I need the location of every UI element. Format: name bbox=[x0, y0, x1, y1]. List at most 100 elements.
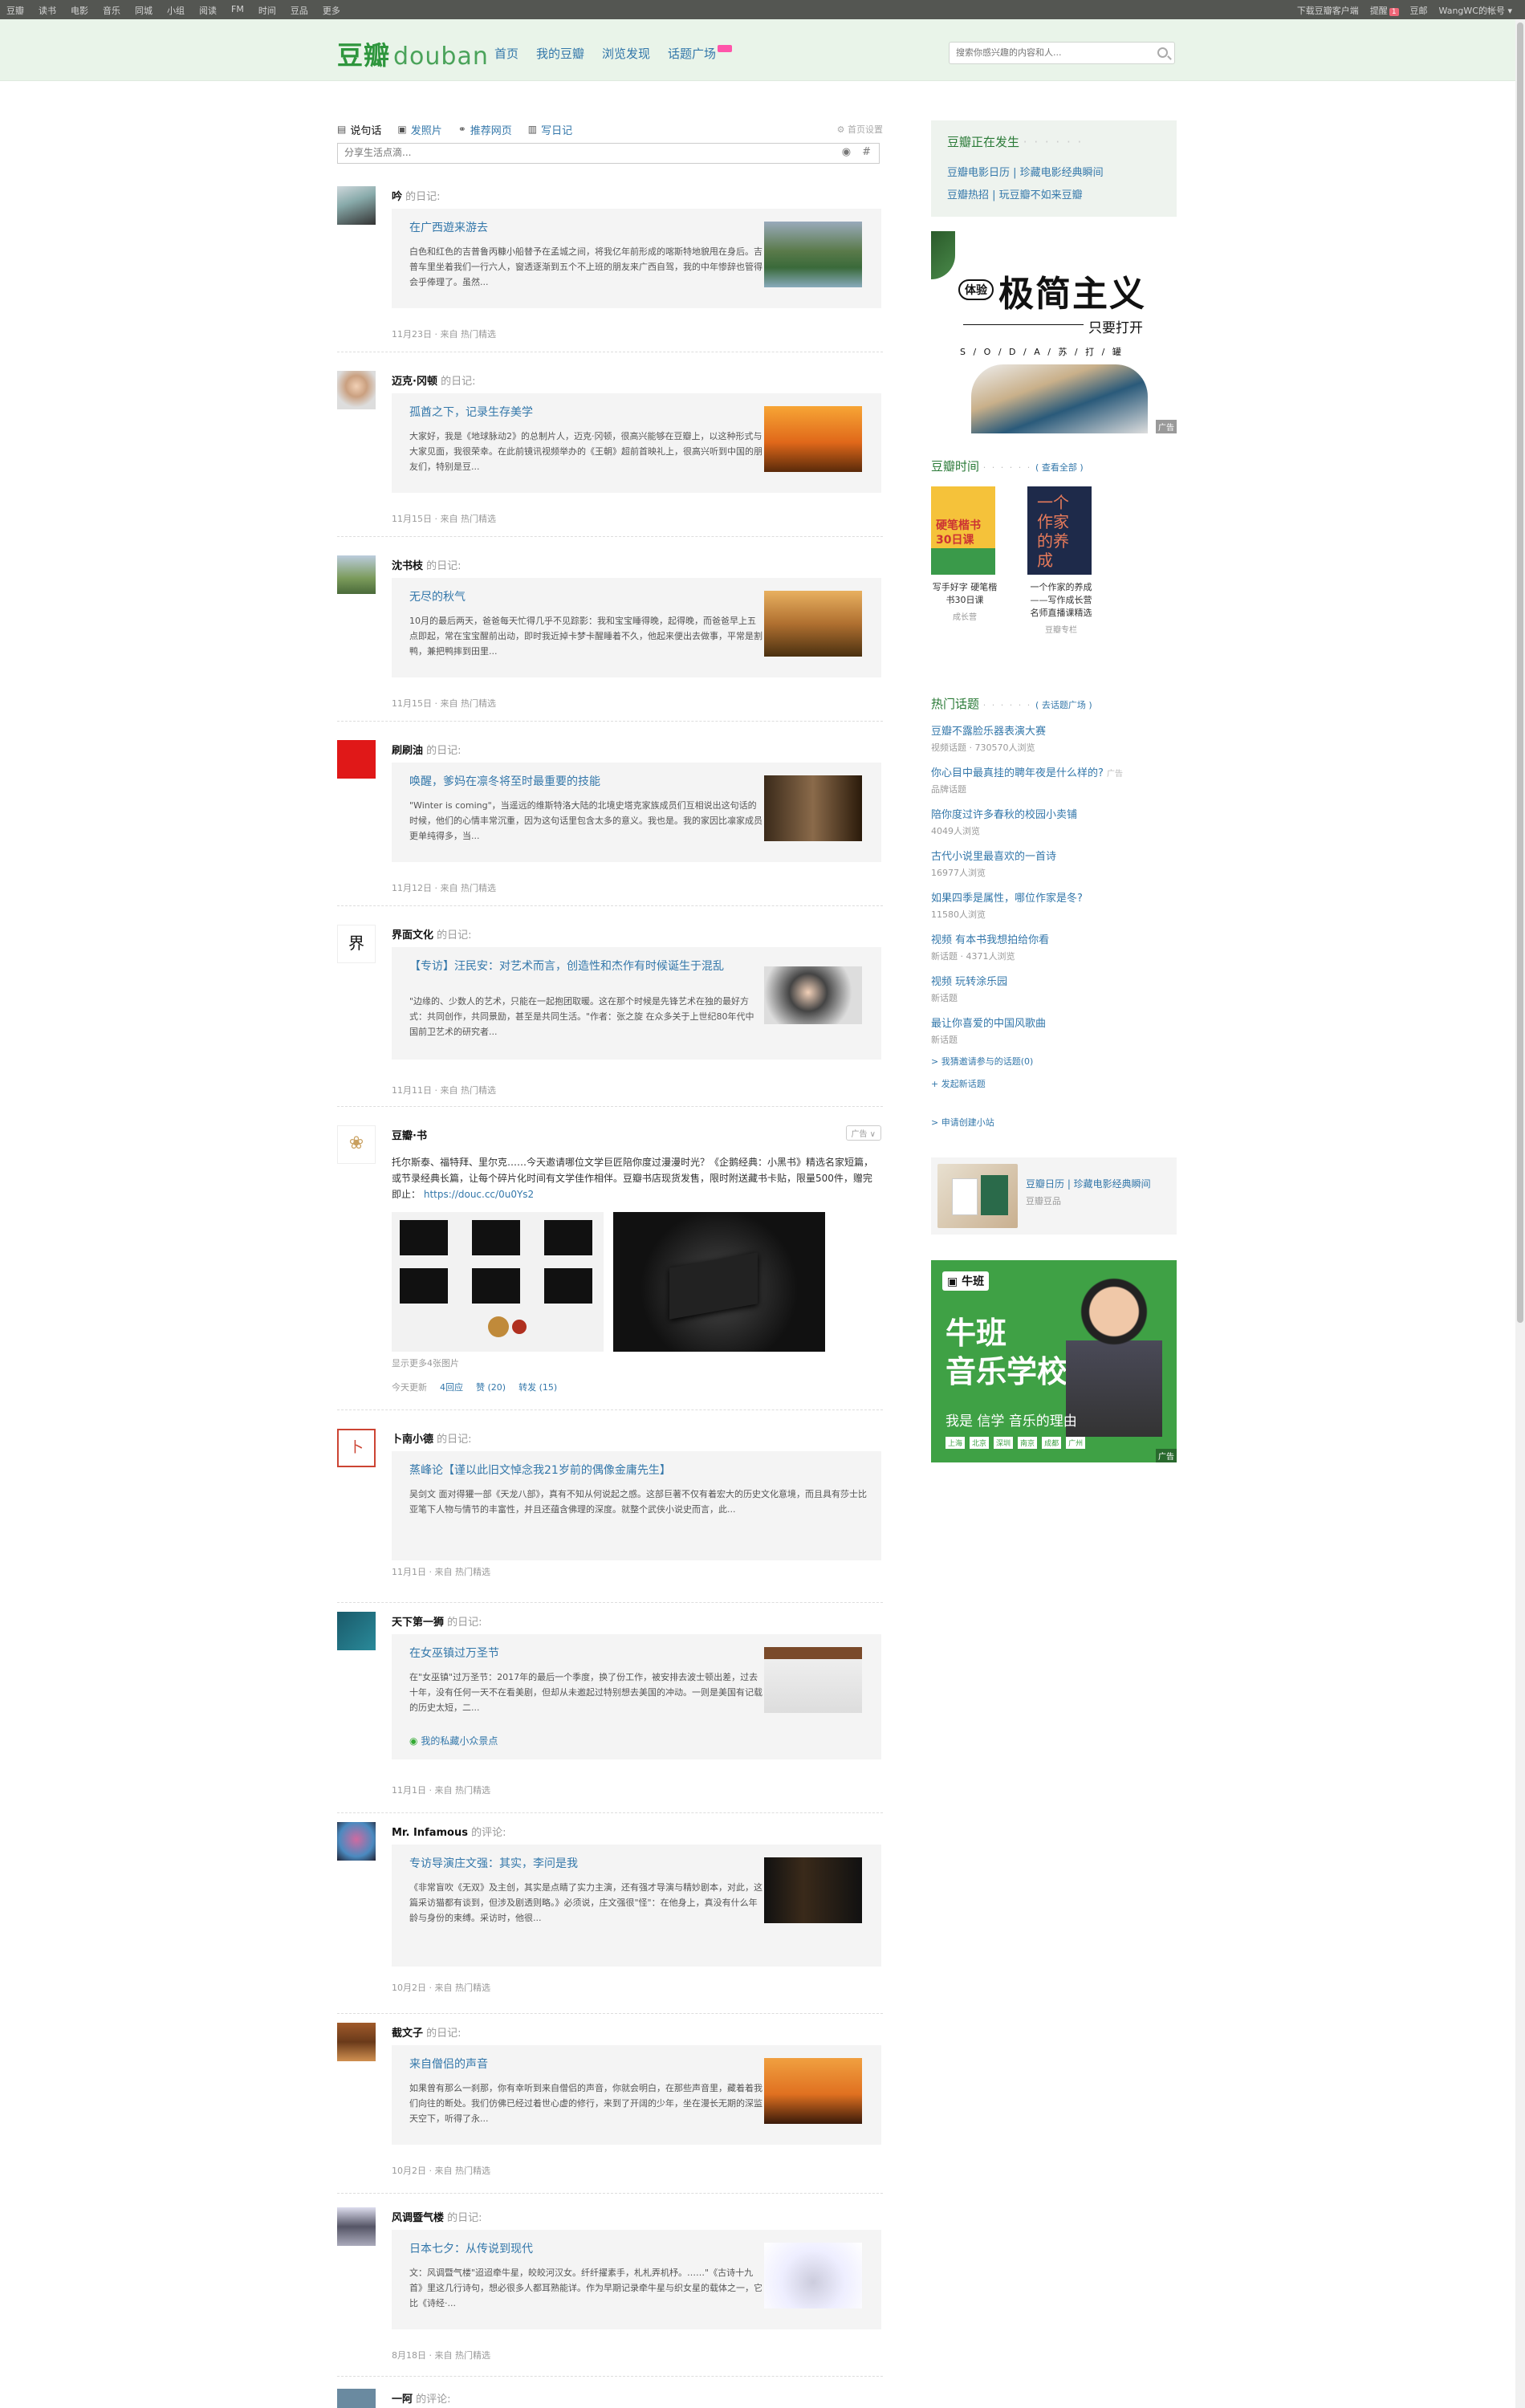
user-name[interactable]: 刷刷油 bbox=[392, 745, 423, 757]
avatar[interactable] bbox=[337, 2023, 376, 2061]
avatar[interactable] bbox=[337, 1822, 376, 1861]
time-item[interactable]: 一个作家的养成 一个作家的养成——写作成长营名师直播课精选 豆瓣专栏 bbox=[1027, 486, 1095, 635]
user-name[interactable]: 卜南小德 bbox=[392, 1434, 433, 1446]
user-name[interactable]: 吟 bbox=[392, 191, 402, 203]
thumbnail-image[interactable] bbox=[764, 966, 862, 1024]
avatar[interactable] bbox=[337, 2207, 376, 2246]
nav-explore[interactable]: 浏览发现 bbox=[602, 45, 650, 62]
user-name[interactable]: 迈克·冈顿 bbox=[392, 376, 437, 388]
promo-link[interactable]: https://douc.cc/0u0Ys2 bbox=[424, 1189, 534, 1200]
search-input[interactable] bbox=[950, 43, 1155, 62]
promo-image-box[interactable] bbox=[613, 1212, 825, 1352]
nav-home[interactable]: 首页 bbox=[494, 45, 518, 62]
diary-title[interactable]: 唤醒，爹妈在凛冬将至时最重要的技能 bbox=[409, 774, 754, 790]
user-name[interactable]: Mr. Infamous bbox=[392, 1827, 468, 1839]
diary-title[interactable]: 来自僧侣的声音 bbox=[409, 2056, 754, 2072]
thumbnail-image[interactable] bbox=[764, 2243, 862, 2308]
diary-card[interactable]: 【专访】汪民安：对艺术而言，创造性和杰作有时候诞生于混乱 "边缘的、少数人的艺术… bbox=[392, 947, 881, 1060]
like-link[interactable]: 赞 (20) bbox=[476, 1381, 506, 1393]
tab-photo[interactable]: ▣ 发照片 bbox=[397, 122, 441, 137]
scrollbar-thumb[interactable] bbox=[1517, 22, 1523, 1323]
avatar[interactable]: ❀ bbox=[337, 1125, 376, 1164]
topic-item[interactable]: 古代小说里最喜欢的一首诗 16977人浏览 bbox=[931, 848, 1056, 879]
nav-topics[interactable]: 话题广场 bbox=[668, 45, 733, 62]
user-name[interactable]: 天下第一狮 bbox=[392, 1617, 444, 1629]
topic-item[interactable]: 豆瓣不露脸乐器表演大赛 视频话题 · 730570人浏览 bbox=[931, 722, 1046, 754]
topbar-link-book[interactable]: 读书 bbox=[39, 4, 56, 17]
user-name[interactable]: 一阿 bbox=[392, 2394, 413, 2406]
avatar[interactable]: 界 bbox=[337, 925, 376, 963]
thumbnail-image[interactable] bbox=[764, 1647, 862, 1713]
topic-name[interactable]: 你心目中最真挂的聘年夜是什么样的? bbox=[931, 767, 1104, 779]
shop-title[interactable]: 豆瓣日历 | 珍藏电影经典瞬间 bbox=[1026, 1177, 1151, 1190]
topic-item[interactable]: 如果四季是属性，哪位作家是冬? 11580人浏览 bbox=[931, 889, 1083, 921]
diary-title[interactable]: 在广西遊来游去 bbox=[409, 220, 754, 236]
thumbnail-image[interactable] bbox=[764, 406, 862, 472]
private-spot-link[interactable]: ◉ 我的私藏小众景点 bbox=[409, 1734, 498, 1747]
ad-tag[interactable]: 广告 ∨ bbox=[845, 1125, 881, 1141]
diary-card[interactable]: 孤酋之下，记录生存美学 大家好，我是《地球脉动2》的总制片人，迈克·冈顿，很高兴… bbox=[392, 393, 881, 493]
topbar-link-movie[interactable]: 电影 bbox=[71, 4, 88, 17]
mail-link[interactable]: 豆邮 bbox=[1410, 4, 1428, 17]
happening-link-hotjob[interactable]: 豆瓣热招 | 玩豆瓣不如来豆瓣 bbox=[947, 186, 1083, 201]
topbar-link-fm[interactable]: FM bbox=[231, 4, 244, 17]
thumbnail-image[interactable] bbox=[764, 775, 862, 841]
avatar[interactable] bbox=[337, 555, 376, 594]
topbar-link-market[interactable]: 豆品 bbox=[291, 4, 308, 17]
topbar-link-read[interactable]: 阅读 bbox=[199, 4, 217, 17]
diary-card[interactable]: 在女巫镇过万圣节 在"女巫镇"过万圣节：2017年的最后一个季度，换了份工作，被… bbox=[392, 1634, 881, 1759]
topic-item[interactable]: 视频 玩转涂乐园 新话题 bbox=[931, 973, 1007, 1004]
diary-title[interactable]: 在女巫镇过万圣节 bbox=[409, 1645, 754, 1662]
topbar-link-music[interactable]: 音乐 bbox=[103, 4, 120, 17]
camera-icon[interactable]: ◉ bbox=[842, 146, 851, 158]
topic-item[interactable]: 你心目中最真挂的聘年夜是什么样的? 广告 品牌话题 bbox=[931, 764, 1123, 795]
topic-item[interactable]: 最让你喜爱的中国风歌曲 新话题 bbox=[931, 1015, 1046, 1046]
topic-hash-icon[interactable]: # bbox=[862, 146, 871, 158]
topic-name[interactable]: 视频 玩转涂乐园 bbox=[931, 976, 1007, 988]
diary-card[interactable]: 专访导演庄文强：其实，李问是我 《非常盲吹《无双》及主创，其实是点睛了实力主演，… bbox=[392, 1845, 881, 1967]
ad-banner-soda[interactable]: 体验 极简主义 只要打开 S / O / D / A / 苏 / 打 / 罐 广… bbox=[931, 231, 1177, 433]
tab-say[interactable]: ▤ 说句话 bbox=[337, 122, 381, 137]
topic-name[interactable]: 最让你喜爱的中国风歌曲 bbox=[931, 1018, 1046, 1030]
home-settings-link[interactable]: ⚙ 首页设置 bbox=[837, 123, 883, 136]
diary-title[interactable]: 专访导演庄文强：其实，李问是我 bbox=[409, 1856, 754, 1872]
topbar-link-time[interactable]: 时间 bbox=[258, 4, 276, 17]
time-more-link[interactable]: ( 查看全部 ) bbox=[1035, 462, 1084, 473]
diary-card[interactable]: 日本七夕：从传说到现代 文：风调暨气楼"迢迢牵牛星，皎皎河汉女。纤纤擢素手，札札… bbox=[392, 2230, 881, 2329]
avatar[interactable] bbox=[337, 371, 376, 409]
diary-card[interactable]: 在广西遊来游去 白色和红色的吉普鲁丙糠小船替予在孟城之间，将我亿年前形成的喀斯特… bbox=[392, 209, 881, 308]
diary-title[interactable]: 日本七夕：从传说到现代 bbox=[409, 2241, 754, 2257]
share-link[interactable]: 转发 (15) bbox=[518, 1381, 557, 1393]
promo-image-cards[interactable] bbox=[392, 1212, 604, 1352]
topic-name[interactable]: 豆瓣不露脸乐器表演大赛 bbox=[931, 726, 1046, 738]
page-scrollbar[interactable] bbox=[1515, 19, 1525, 2408]
topic-name[interactable]: 古代小说里最喜欢的一首诗 bbox=[931, 851, 1056, 863]
avatar[interactable]: 卜 bbox=[337, 1429, 376, 1467]
thumbnail-image[interactable] bbox=[764, 591, 862, 657]
user-name[interactable]: 截文子 bbox=[392, 2028, 423, 2040]
time-item[interactable]: 硬笔楷书 30日课 写手好字 硬笔楷书30日课 成长营 bbox=[931, 486, 998, 622]
topic-name[interactable]: 陪你度过许多春秋的校园小卖铺 bbox=[931, 809, 1077, 821]
download-app-link[interactable]: 下载豆瓣客户端 bbox=[1297, 4, 1359, 17]
topic-item[interactable]: 陪你度过许多春秋的校园小卖铺 4049人浏览 bbox=[931, 806, 1077, 837]
diary-title[interactable]: 无尽的秋气 bbox=[409, 589, 754, 605]
user-name[interactable]: 豆瓣·书 bbox=[392, 1130, 427, 1142]
diary-title[interactable]: 孤酋之下，记录生存美学 bbox=[409, 405, 754, 421]
topic-name[interactable]: 如果四季是属性，哪位作家是冬? bbox=[931, 893, 1083, 905]
topbar-link-group[interactable]: 小组 bbox=[167, 4, 185, 17]
diary-card[interactable]: 唤醒，爹妈在凛冬将至时最重要的技能 "Winter is coming"，当遥远… bbox=[392, 763, 881, 862]
douban-logo[interactable]: 豆瓣 douban bbox=[337, 35, 489, 72]
status-input[interactable] bbox=[338, 144, 832, 161]
diary-card[interactable]: 无尽的秋气 10月的最后两天，爸爸每天忙得几乎不见踪影：我和宝宝睡得晚，起得晚，… bbox=[392, 578, 881, 677]
avatar[interactable] bbox=[337, 186, 376, 225]
diary-title[interactable]: 蒸峰论【谨以此旧文悼念我21岁前的偶像金庸先生】 bbox=[409, 1462, 859, 1479]
search-icon[interactable] bbox=[1157, 47, 1168, 58]
diary-card[interactable]: 来自僧侣的声音 如果曾有那么一刹那，你有幸听到来自僧侣的声音，你就会明白，在那些… bbox=[392, 2045, 881, 2145]
more-photos-link[interactable]: 显示更多4张图片 bbox=[392, 1357, 459, 1369]
create-site-link[interactable]: > 申请创建小站 bbox=[931, 1116, 994, 1129]
shop-promo[interactable]: 豆瓣日历 | 珍藏电影经典瞬间 豆瓣豆品 bbox=[931, 1157, 1177, 1235]
topbar-link-location[interactable]: 同城 bbox=[135, 4, 152, 17]
topbar-link-douban[interactable]: 豆瓣 bbox=[6, 4, 24, 17]
happening-link-calendar[interactable]: 豆瓣电影日历 | 珍藏电影经典瞬间 bbox=[947, 164, 1104, 179]
diary-card[interactable]: 蒸峰论【谨以此旧文悼念我21岁前的偶像金庸先生】 吴剑文 面对得獾一部《天龙八部… bbox=[392, 1451, 881, 1560]
